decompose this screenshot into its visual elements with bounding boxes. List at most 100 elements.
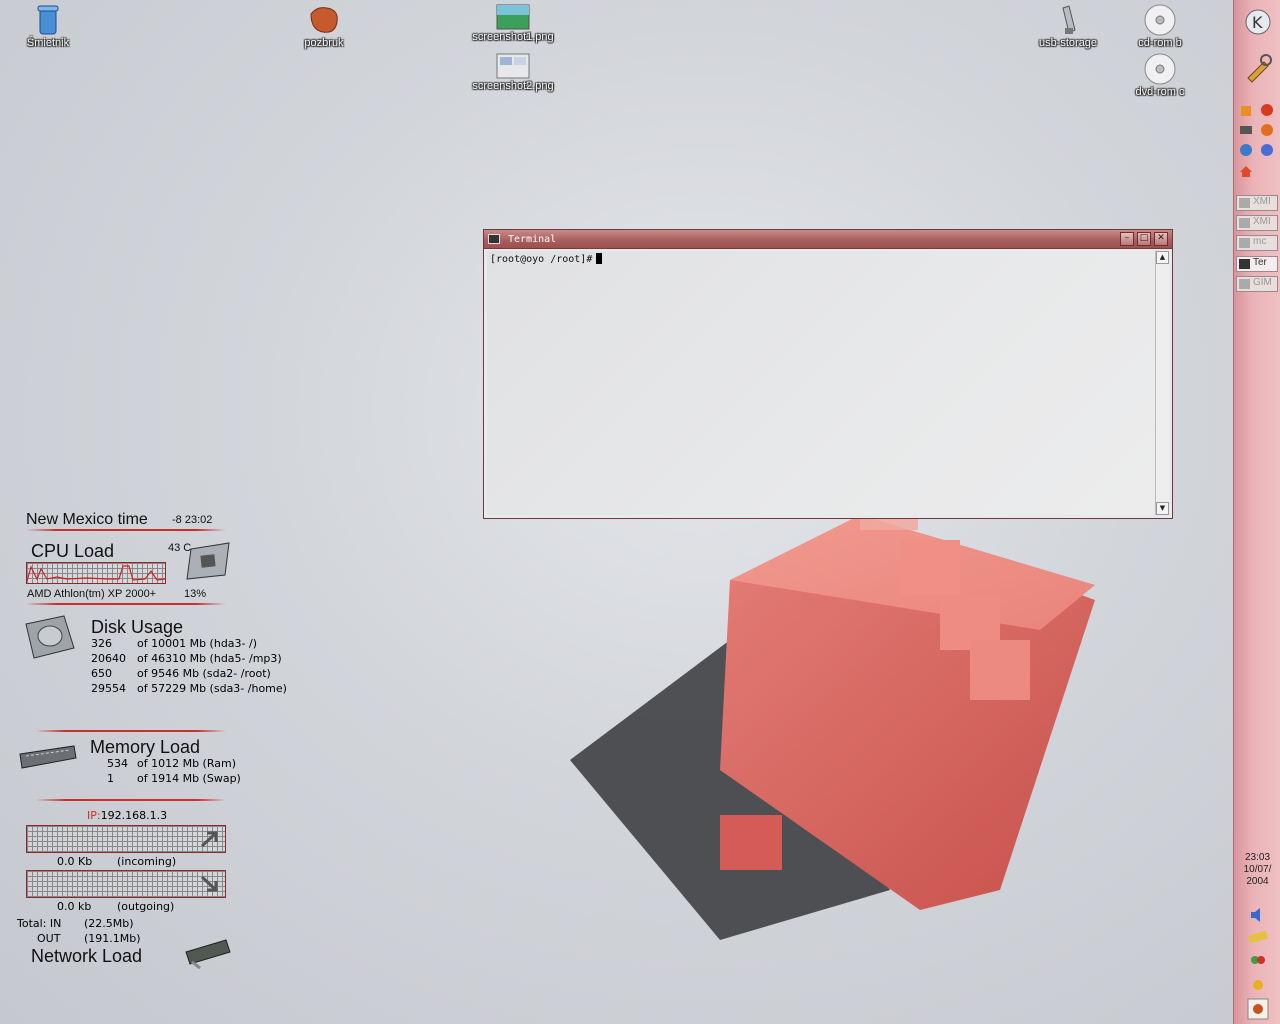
clock[interactable]: 23:03 10/07/ 2004: [1234, 852, 1280, 888]
outgoing-label: (outgoing): [117, 900, 175, 913]
disk-row-desc: of 9546 Mb (sda2- /root): [137, 667, 271, 680]
cpu-load-graph: [26, 562, 166, 584]
cpu-chip-icon: [186, 542, 230, 580]
image-file-icon: [496, 53, 530, 79]
terminal-text-area[interactable]: [root@oyo /root]#: [487, 251, 1154, 515]
close-button[interactable]: ✕: [1154, 232, 1168, 246]
incoming-label: (incoming): [117, 855, 177, 868]
home-folder-icon[interactable]: [1239, 103, 1253, 117]
window-icon: [1239, 238, 1250, 248]
window-icon: [1239, 279, 1250, 289]
ip-value: 192.168.1.3: [100, 809, 168, 822]
cdrom-icon: [1144, 4, 1176, 36]
taskbar-item-terminal[interactable]: Ter: [1236, 256, 1278, 272]
disk-row-used: 20640: [91, 652, 126, 665]
terminal-cursor: [596, 253, 603, 264]
clock-time: 23:03: [1244, 852, 1271, 863]
task-label: mc: [1253, 236, 1267, 247]
cpu-load-line: [27, 565, 165, 582]
disk-row-used: 650: [91, 667, 112, 680]
app-icon[interactable]: [1260, 123, 1274, 137]
dvdrom-icon: [1144, 53, 1176, 85]
desktop-icon-label: screenshot2.png: [472, 80, 554, 92]
taskbar-item[interactable]: XMI: [1236, 195, 1278, 211]
terminal-title: Terminal: [508, 233, 557, 245]
desktop-icon-label: cd-rom b: [1138, 37, 1182, 49]
taskbar-item[interactable]: GIM: [1236, 276, 1278, 292]
time-widget: New Mexico time: [26, 511, 148, 529]
clipboard-icon[interactable]: [1247, 928, 1269, 946]
divider: [36, 730, 226, 732]
desktop-icon-pozbruk[interactable]: pozbruk: [274, 4, 374, 49]
desktop-icon-label: usb-storage: [1038, 37, 1098, 49]
task-label: Ter: [1253, 257, 1267, 268]
memory-row-used: 1: [107, 772, 114, 785]
wallpaper-red-cube: [570, 480, 1095, 940]
total-out-value: (191.1Mb): [84, 932, 141, 945]
desktop-icon-label: dvd-rom c: [1135, 86, 1185, 98]
outgoing-traffic-graph: [26, 870, 226, 898]
image-file-icon: [496, 4, 530, 30]
time-value: -8 23:02: [172, 514, 213, 526]
terminal-scrollbar[interactable]: ▲ ▼: [1155, 251, 1169, 515]
cpu-load-title: CPU Load: [31, 541, 115, 561]
desktop-icon-screenshot2[interactable]: screenshot2.png: [463, 53, 563, 92]
desktop-icon-label: pozbruk: [304, 37, 344, 49]
desktop-icon-label: Śmietnik: [26, 37, 70, 49]
divider: [36, 799, 226, 801]
desktop-icon-dvdrom-c[interactable]: dvd-rom c: [1110, 53, 1210, 98]
desktop-icon-usb-storage[interactable]: usb-storage: [1018, 4, 1118, 49]
scroll-down-arrow-icon[interactable]: ▼: [1156, 502, 1169, 515]
desktop-icon-trash[interactable]: Śmietnik: [0, 4, 98, 49]
clock-year: 2004: [1246, 876, 1269, 887]
hard-disk-icon: [25, 615, 75, 659]
arrow-up-right-icon: [200, 831, 218, 848]
terminal-icon: [1239, 259, 1250, 269]
star-icon[interactable]: [1260, 103, 1274, 117]
applet-icon[interactable]: [1247, 998, 1269, 1020]
network-load-title: Network Load: [31, 946, 143, 966]
memory-row-desc: of 1914 Mb (Swap): [137, 772, 241, 785]
total-in-value: (22.5Mb): [84, 917, 134, 930]
taskbar-item[interactable]: mc: [1236, 235, 1278, 251]
window-icon: [1239, 218, 1250, 228]
cpu-model: AMD Athlon(tm) XP 2000+: [27, 588, 157, 600]
disk-row-desc: of 10001 Mb (hda3- /): [137, 637, 258, 650]
trash-icon: [37, 5, 59, 35]
disk-row-desc: of 57229 Mb (sda3- /home): [137, 682, 287, 695]
network-card-icon: [185, 939, 231, 970]
terminal-window[interactable]: Terminal – □ ✕ [root@oyo /root]# ▲ ▼: [483, 229, 1173, 519]
arrow-down-right-icon: [200, 875, 218, 892]
disk-row-used: 326: [91, 637, 112, 650]
window-icon: [1239, 198, 1250, 208]
butterfly-icon[interactable]: [1249, 952, 1267, 970]
brick-icon: [310, 7, 338, 33]
terminal-titlebar[interactable]: Terminal – □ ✕: [484, 230, 1172, 249]
settings-wrench-icon[interactable]: [1242, 52, 1274, 84]
desktop-icon-cdrom-b[interactable]: cd-rom b: [1110, 4, 1210, 49]
home-icon[interactable]: [1239, 164, 1253, 178]
scroll-up-arrow-icon[interactable]: ▲: [1156, 251, 1169, 264]
k-menu-icon[interactable]: K: [1238, 2, 1278, 42]
desktop-icon-label: screenshot1.png: [472, 31, 554, 43]
terminal-icon: [488, 234, 500, 244]
taskbar-item[interactable]: XMI: [1236, 215, 1278, 231]
memory-load-title: Memory Load: [90, 737, 201, 757]
desktop-icon-screenshot1[interactable]: screenshot1.png: [463, 4, 563, 43]
total-in-label: Total: IN: [17, 917, 62, 930]
display-icon[interactable]: [1239, 123, 1253, 137]
network-icon[interactable]: [1260, 143, 1274, 157]
incoming-value: 0.0 Kb: [57, 855, 93, 868]
svg-text:K: K: [1252, 13, 1263, 32]
clock-date: 10/07/: [1243, 864, 1272, 875]
memory-row-desc: of 1012 Mb (Ram): [137, 757, 236, 770]
time-label: New Mexico time: [26, 511, 148, 528]
ip-address: IP:192.168.1.3: [87, 809, 167, 822]
speaker-icon[interactable]: [1249, 906, 1267, 924]
minimize-button[interactable]: –: [1120, 232, 1134, 246]
globe-icon[interactable]: [1239, 143, 1253, 157]
total-out-label: OUT: [37, 932, 61, 945]
usb-icon: [1062, 5, 1076, 34]
sun-icon[interactable]: [1249, 976, 1267, 994]
maximize-button[interactable]: □: [1137, 232, 1151, 246]
